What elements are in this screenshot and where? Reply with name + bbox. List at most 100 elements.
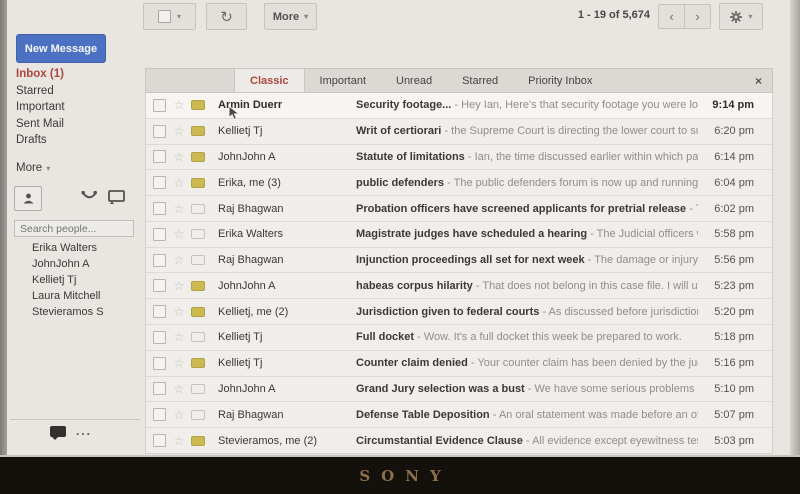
star-icon[interactable]: ☆ (172, 203, 186, 215)
email-row[interactable]: ☆ JohnJohn A Statute of limitations - Ia… (146, 145, 772, 171)
email-checkbox[interactable] (153, 434, 166, 447)
tab-strip-spacer (146, 69, 234, 92)
email-time: 5:20 pm (698, 306, 754, 318)
star-icon[interactable]: ☆ (172, 151, 186, 163)
sidebar-folder-item[interactable]: Inbox (1) (16, 66, 136, 83)
email-subject-line: Counter claim denied - Your counter clai… (356, 357, 698, 369)
email-sender: Raj Bhagwan (218, 254, 356, 266)
sidebar-folder-item[interactable]: Starred (16, 83, 136, 100)
star-icon[interactable]: ☆ (172, 435, 186, 447)
email-subject-line: Jurisdiction given to federal courts - A… (356, 306, 698, 318)
email-row[interactable]: ☆ Kellietj Tj Writ of certiorari - the S… (146, 119, 772, 145)
email-row[interactable]: ☆ JohnJohn A Grand Jury selection was a … (146, 377, 772, 403)
inbox-tab[interactable]: Unread (381, 69, 447, 92)
star-icon[interactable]: ☆ (172, 306, 186, 318)
screen-share-icon[interactable] (108, 190, 125, 204)
inbox-tab-strip: ClassicImportantUnreadStarredPriority In… (145, 68, 773, 93)
chat-more-options[interactable]: ... (76, 424, 92, 438)
email-sender: Kellietj Tj (218, 331, 356, 343)
email-checkbox[interactable] (153, 382, 166, 395)
email-row[interactable]: ☆ Kellietj Tj Full docket - Wow. It's a … (146, 325, 772, 351)
contact-list-item[interactable]: JohnJohn A (32, 256, 137, 272)
contact-list-item[interactable]: Stevieramos S (32, 304, 137, 320)
monitor-left-edge (0, 0, 7, 457)
monitor-bezel: SONY (0, 455, 800, 494)
sidebar-folder-item[interactable]: Sent Mail (16, 116, 136, 133)
email-subject: Writ of certiorari (356, 125, 441, 137)
star-icon[interactable]: ☆ (172, 280, 186, 292)
close-tabs-icon[interactable]: × (745, 69, 772, 92)
inbox-tab[interactable]: Classic (234, 69, 305, 92)
compose-button[interactable]: New Message (16, 34, 106, 63)
email-row[interactable]: ☆ Raj Bhagwan Probation officers have sc… (146, 196, 772, 222)
contact-list-item[interactable]: Kellietj Tj (32, 272, 137, 288)
person-icon (22, 192, 35, 205)
contact-list-item[interactable]: Laura Mitchell (32, 288, 137, 304)
star-icon[interactable]: ☆ (172, 254, 186, 266)
inbox-tab[interactable]: Starred (447, 69, 513, 92)
email-checkbox[interactable] (153, 176, 166, 189)
inbox-tab[interactable]: Priority Inbox (513, 69, 607, 92)
email-subject: Grand Jury selection was a bust (356, 383, 525, 395)
email-preview: - We have some serious problems Ian. The… (528, 383, 698, 395)
email-row[interactable]: ☆ Stevieramos, me (2) Circumstantial Evi… (146, 428, 772, 453)
email-subject: public defenders (356, 177, 444, 189)
email-time: 9:14 pm (698, 99, 754, 111)
email-row[interactable]: ☆ Raj Bhagwan Injunction proceedings all… (146, 248, 772, 274)
contact-list-item[interactable]: Erika Walters (32, 240, 137, 256)
email-row[interactable]: ☆ Kellietj, me (2) Jurisdiction given to… (146, 299, 772, 325)
email-checkbox[interactable] (153, 228, 166, 241)
email-subject-line: Writ of certiorari - the Supreme Court i… (356, 125, 698, 137)
sidebar-folder-item[interactable]: Drafts (16, 132, 136, 149)
email-checkbox[interactable] (153, 254, 166, 267)
more-button[interactable]: More ▾ (264, 3, 317, 30)
checkbox-icon (158, 10, 171, 23)
email-sender: Kellietj Tj (218, 357, 356, 369)
email-sender: Kellietj, me (2) (218, 306, 356, 318)
chat-bubble-icon[interactable] (50, 426, 66, 437)
phone-icon[interactable] (80, 189, 98, 205)
search-people-input[interactable] (14, 220, 134, 237)
email-checkbox[interactable] (153, 279, 166, 292)
email-checkbox[interactable] (153, 331, 166, 344)
email-time: 5:56 pm (698, 254, 754, 266)
select-all-button[interactable]: ▾ (143, 3, 196, 30)
star-icon[interactable]: ☆ (172, 99, 186, 111)
email-subject-line: Security footage... - Hey Ian, Here's th… (356, 99, 698, 111)
star-icon[interactable]: ☆ (172, 125, 186, 137)
email-checkbox[interactable] (153, 99, 166, 112)
star-icon[interactable]: ☆ (172, 383, 186, 395)
email-time: 5:23 pm (698, 280, 754, 292)
email-row[interactable]: ☆ Kellietj Tj Counter claim denied - You… (146, 351, 772, 377)
settings-button[interactable]: ▾ (719, 3, 763, 30)
email-row[interactable]: ☆ JohnJohn A habeas corpus hilarity - Th… (146, 273, 772, 299)
email-checkbox[interactable] (153, 202, 166, 215)
inbox-tab[interactable]: Important (305, 69, 381, 92)
email-row[interactable]: ☆ Raj Bhagwan Defense Table Deposition -… (146, 402, 772, 428)
star-icon[interactable]: ☆ (172, 409, 186, 421)
email-checkbox[interactable] (153, 125, 166, 138)
email-time: 6:20 pm (698, 125, 754, 137)
email-checkbox[interactable] (153, 357, 166, 370)
more-button-label: More (273, 11, 299, 23)
star-icon[interactable]: ☆ (172, 357, 186, 369)
next-page-button[interactable]: › (684, 4, 711, 29)
chevron-right-icon: › (695, 9, 699, 24)
sidebar-folder-item[interactable]: Important (16, 99, 136, 116)
email-row[interactable]: ☆ Erika Walters Magistrate judges have s… (146, 222, 772, 248)
email-row[interactable]: ☆ Erika, me (3) public defenders - The p… (146, 170, 772, 196)
star-icon[interactable]: ☆ (172, 331, 186, 343)
people-widget-toolbar (14, 186, 136, 210)
refresh-icon: ↻ (220, 8, 233, 26)
contacts-toggle-button[interactable] (14, 186, 42, 211)
email-subject: Injunction proceedings all set for next … (356, 254, 585, 266)
email-checkbox[interactable] (153, 150, 166, 163)
email-checkbox[interactable] (153, 305, 166, 318)
star-icon[interactable]: ☆ (172, 177, 186, 189)
prev-page-button[interactable]: ‹ (658, 4, 685, 29)
email-subject-line: Defense Table Deposition - An oral state… (356, 409, 698, 421)
refresh-button[interactable]: ↻ (206, 3, 247, 30)
sidebar-more-link[interactable]: More ▾ (16, 162, 50, 174)
email-checkbox[interactable] (153, 408, 166, 421)
star-icon[interactable]: ☆ (172, 228, 186, 240)
